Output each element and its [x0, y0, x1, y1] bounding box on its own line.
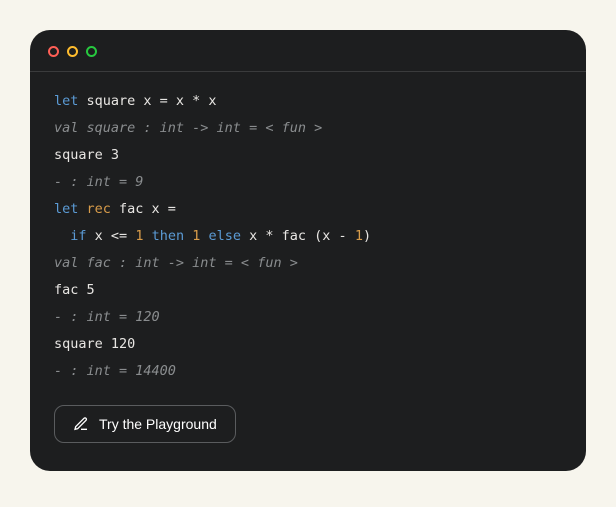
code-text: x * fac (x - [241, 228, 355, 244]
maximize-icon [86, 46, 97, 57]
keyword-else: else [200, 228, 241, 244]
code-text: square x = x * x [78, 93, 216, 109]
code-line: let square x = x * x [54, 93, 217, 109]
keyword-then: then [143, 228, 192, 244]
close-icon [48, 46, 59, 57]
code-text: x <= [87, 228, 136, 244]
code-terminal: let square x = x * x val square : int ->… [30, 30, 586, 471]
code-line: if x <= 1 then 1 else x * fac (x - 1) [54, 228, 371, 244]
repl-output: - : int = 9 [54, 174, 143, 190]
button-row: Try the Playground [30, 395, 586, 447]
keyword-rec: rec [78, 201, 111, 217]
repl-output: val fac : int -> int = < fun > [54, 255, 298, 271]
try-playground-button[interactable]: Try the Playground [54, 405, 236, 443]
edit-icon [73, 416, 89, 432]
keyword-if: if [70, 228, 86, 244]
code-text: fac x = [111, 201, 176, 217]
number-literal: 1 [355, 228, 363, 244]
window-titlebar [30, 30, 586, 65]
repl-output: val square : int -> int = < fun > [54, 120, 322, 136]
code-text: ) [363, 228, 371, 244]
code-line: square 120 [54, 336, 135, 352]
keyword-let: let [54, 93, 78, 109]
repl-output: - : int = 120 [54, 309, 160, 325]
button-label: Try the Playground [99, 416, 217, 432]
indent [54, 228, 70, 244]
repl-output: - : int = 14400 [54, 363, 176, 379]
code-line: square 3 [54, 147, 119, 163]
code-line: fac 5 [54, 282, 95, 298]
keyword-let: let [54, 201, 78, 217]
code-line: let rec fac x = [54, 201, 176, 217]
minimize-icon [67, 46, 78, 57]
code-block: let square x = x * x val square : int ->… [30, 72, 586, 395]
